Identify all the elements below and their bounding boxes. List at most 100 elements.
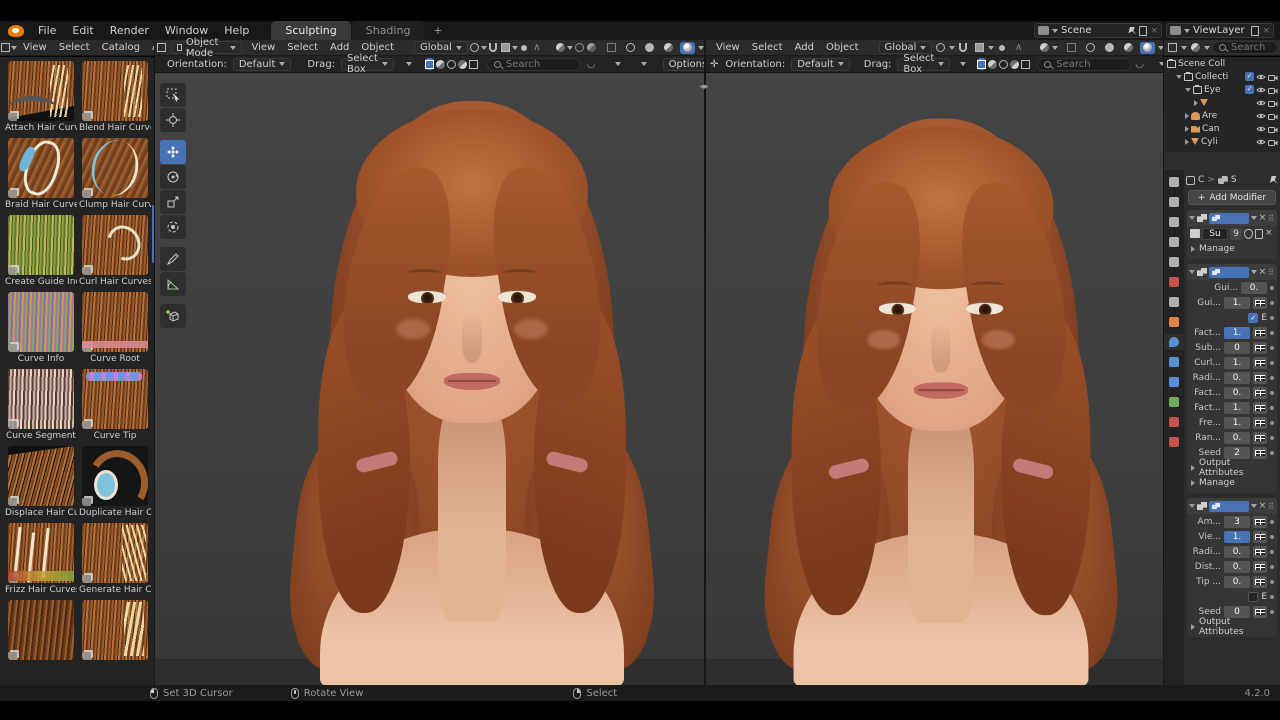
falloff-curve-icon[interactable]: ∧	[532, 42, 543, 54]
expand-icon[interactable]	[1185, 112, 1189, 119]
area-border[interactable]	[154, 40, 155, 685]
expand-icon[interactable]	[1176, 74, 1182, 79]
workspace-tab-sculpting[interactable]: Sculpting	[271, 21, 351, 40]
param-value-field[interactable]: 0.	[1224, 371, 1250, 384]
asset-item-displace-hair-cur[interactable]: Displace Hair Cur...	[5, 446, 77, 518]
new-view-layer-icon[interactable]	[1251, 25, 1260, 36]
menu-render[interactable]: Render	[102, 22, 157, 39]
checkbox-icon[interactable]: ✓	[1245, 85, 1254, 94]
pin-icon[interactable]	[1270, 176, 1278, 184]
fake-user-icon[interactable]	[1244, 228, 1253, 239]
close-icon[interactable]: ×	[1262, 26, 1270, 36]
param-value-field[interactable]: 1.	[1224, 296, 1250, 309]
param-value-field[interactable]: 1.	[1224, 356, 1250, 369]
input-attribute-toggle-icon[interactable]	[1253, 341, 1267, 354]
expand-icon[interactable]	[1189, 216, 1195, 220]
select-mode-new-icon[interactable]	[977, 58, 987, 70]
breadcrumb-object[interactable]: C	[1198, 175, 1204, 185]
user-count[interactable]: 9	[1230, 227, 1242, 240]
eye-icon[interactable]	[1256, 138, 1266, 146]
workspace-tab-shading[interactable]: Shading	[351, 21, 425, 40]
eye-icon[interactable]	[1256, 125, 1266, 133]
param-value-field[interactable]: 0.	[1224, 431, 1250, 444]
input-attribute-toggle-icon[interactable]	[1253, 401, 1267, 414]
checkbox-icon[interactable]: ✓	[1245, 72, 1254, 81]
move-tool-icon[interactable]: ✛	[710, 58, 718, 70]
param-value-field[interactable]: 1.	[1224, 416, 1250, 429]
animate-dot-icon[interactable]	[1270, 579, 1274, 584]
menu-edit[interactable]: Edit	[64, 22, 101, 39]
vp2-menu-add[interactable]: Add	[789, 41, 820, 54]
annotate-tool[interactable]	[160, 247, 186, 271]
close-icon[interactable]: ×	[1150, 26, 1158, 36]
vp2-menu-object[interactable]: Object	[820, 41, 865, 54]
camera-toggle-icon[interactable]	[1268, 99, 1278, 107]
input-attribute-toggle-icon[interactable]	[1253, 560, 1267, 573]
viewport2-model[interactable]	[755, 91, 1127, 685]
animate-dot-icon[interactable]	[1270, 609, 1274, 614]
shading-solid-icon[interactable]	[642, 42, 657, 54]
area-resize-handle[interactable]: ◂▸	[694, 82, 714, 92]
chevron-down-icon[interactable]	[960, 62, 967, 66]
scene-lights-icon[interactable]	[1037, 42, 1052, 54]
object-tab-icon[interactable]	[1164, 314, 1184, 330]
shading-rendered-icon[interactable]	[1139, 41, 1155, 54]
select-box-tool[interactable]	[160, 83, 186, 107]
snap-target-icon[interactable]	[972, 42, 987, 54]
overlays-icon[interactable]	[587, 42, 598, 54]
camera-toggle-icon[interactable]	[1268, 73, 1278, 81]
asset-item-curve-segment[interactable]: Curve Segment	[5, 369, 77, 441]
chevron-down-icon[interactable]	[614, 62, 621, 66]
asset-menu-select[interactable]: Select	[53, 41, 96, 54]
outliner-row-cyli[interactable]: Cyli	[1164, 135, 1280, 148]
select-mode-intersect-icon[interactable]	[1021, 58, 1031, 70]
vp2-menu-view[interactable]: View	[710, 41, 746, 54]
eye-icon[interactable]	[1256, 86, 1266, 94]
close-icon[interactable]: ×	[1259, 501, 1267, 511]
outliner-row-scene-coll[interactable]: Scene Coll	[1164, 57, 1280, 70]
expand-icon[interactable]	[1189, 504, 1195, 508]
scene-selector[interactable]: Scene ×	[1034, 23, 1162, 38]
animate-dot-icon[interactable]	[1270, 594, 1274, 599]
object-data-tab-icon[interactable]	[1164, 414, 1184, 430]
viewport1-model[interactable]	[281, 73, 663, 685]
outliner-search[interactable]	[1212, 41, 1278, 54]
asset-item-blend-hair-curves[interactable]: Blend Hair Curves	[79, 61, 151, 133]
orientation-selector[interactable]: Default	[791, 57, 850, 71]
asset-menu-view[interactable]: View	[17, 41, 53, 54]
param-value-field[interactable]: 0.	[1224, 575, 1250, 588]
asset-item-generate-hair-cu[interactable]: Generate Hair Cu...	[79, 523, 151, 595]
input-attribute-toggle-icon[interactable]	[1253, 416, 1267, 429]
blender-logo-icon[interactable]	[8, 24, 24, 37]
add-cube-tool[interactable]	[160, 304, 186, 328]
particles-tab-icon[interactable]	[1164, 394, 1184, 410]
asset-item-braid-hair-curves[interactable]: Braid Hair Curves	[5, 138, 77, 210]
expand-icon[interactable]	[1189, 270, 1195, 274]
close-icon[interactable]: ×	[1259, 213, 1267, 223]
asset-item-item[interactable]	[79, 600, 151, 662]
viewport2[interactable]	[706, 73, 1164, 685]
select-mode-extend-icon[interactable]	[435, 58, 445, 70]
cursor-tool[interactable]	[160, 108, 186, 132]
drag-handle-icon[interactable]: ⠿	[1268, 268, 1275, 277]
modifier-header[interactable]: × ⠿	[1187, 264, 1277, 280]
asset-item-item[interactable]	[5, 600, 77, 662]
world-tab-icon[interactable]	[1164, 274, 1184, 290]
outliner-filter-icon[interactable]	[1188, 42, 1203, 54]
asset-item-frizz-hair-curves[interactable]: Frizz Hair Curves	[5, 523, 77, 595]
shading-rendered-icon[interactable]	[679, 41, 695, 54]
camera-toggle-icon[interactable]	[1268, 112, 1278, 120]
outliner-row-can[interactable]: Can	[1164, 122, 1280, 135]
snap-target-icon[interactable]	[500, 42, 511, 54]
editor-type-icon[interactable]	[156, 42, 167, 54]
animate-dot-icon[interactable]	[1270, 405, 1274, 410]
vp1-menu-view[interactable]: View	[245, 41, 281, 54]
expand-icon[interactable]	[1185, 138, 1189, 145]
xray-toggle-icon[interactable]	[606, 42, 617, 54]
modifier-name-field[interactable]	[1209, 500, 1249, 512]
select-mode-intersect-icon[interactable]	[468, 58, 478, 70]
asset-item-attach-hair-curve[interactable]: Attach Hair Curve...	[5, 61, 77, 133]
eye-icon[interactable]	[1256, 112, 1266, 120]
input-attribute-toggle-icon[interactable]	[1253, 446, 1267, 459]
outliner-row-are[interactable]: Are	[1164, 109, 1280, 122]
